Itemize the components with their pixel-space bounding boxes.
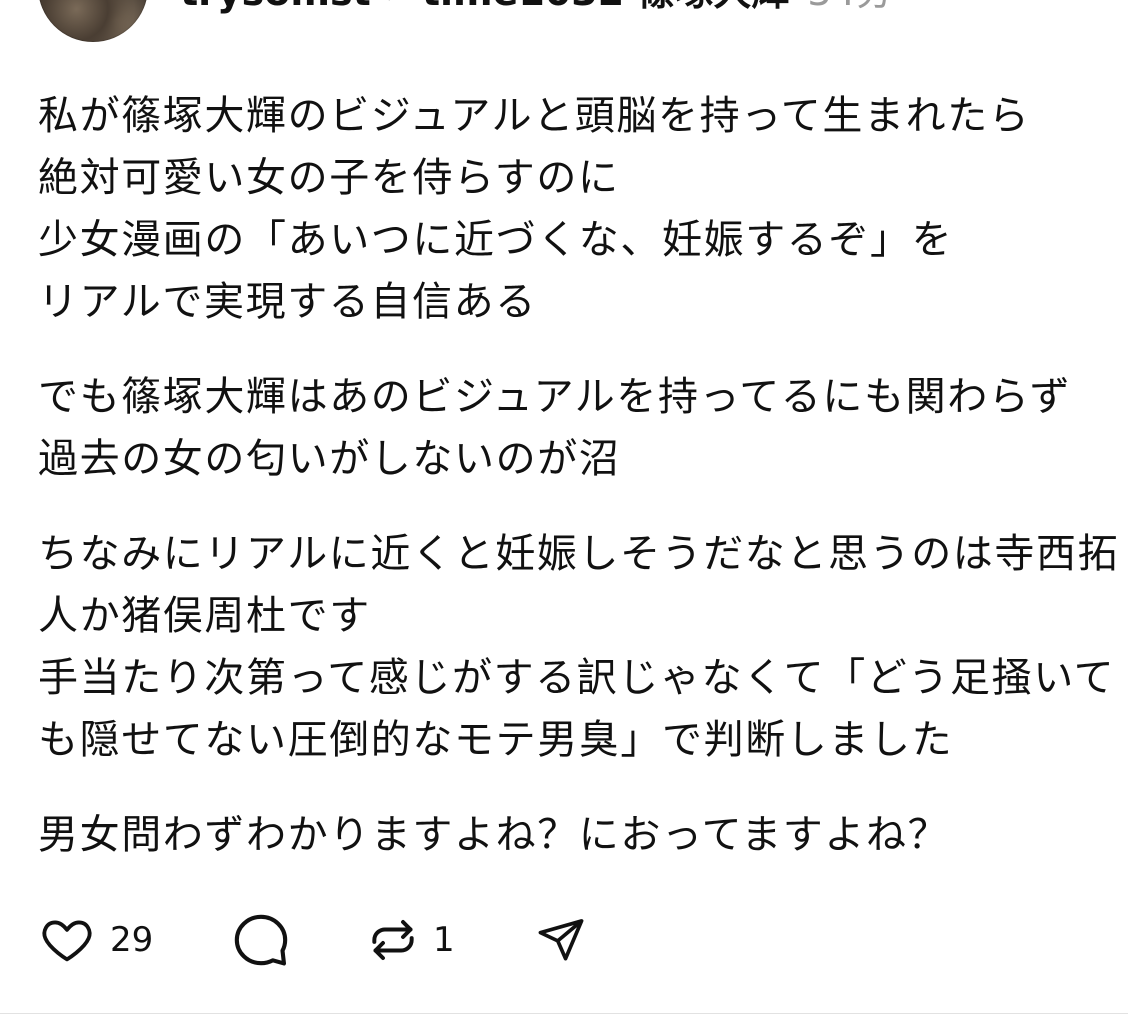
repost-count: 1 (433, 920, 455, 960)
post-timestamp: 34分 (807, 0, 893, 14)
repost-icon (372, 920, 414, 960)
post-action-bar: 29 1 (38, 910, 587, 970)
post-text-line: 絶対可愛い女の子を侍らすのに (38, 155, 620, 201)
post-body: 私が篠塚大輝のビジュアルと頭脳を持って生まれたら 絶対可愛い女の子を侍らすのに … (38, 85, 1128, 866)
like-button[interactable]: 29 (38, 913, 232, 967)
like-count: 29 (110, 920, 154, 960)
post-text-line: 過去の女の匂いがしないのが沼 (38, 436, 621, 482)
post-paragraph: ちなみにリアルに近くと妊娠しそうだなと思うのは寺西拓 人か猪俣周杜です 手当たり… (38, 523, 1128, 771)
post-text-line: 手当たり次第って感じがする訳じゃなくて「どう足掻いて (38, 655, 1116, 701)
post-text-line: 少女漫画の「あいつに近づくな、妊娠するぞ」を (38, 217, 954, 263)
heart-icon (42, 920, 92, 962)
repost-button[interactable]: 1 (365, 912, 535, 968)
post-paragraph: 私が篠塚大輝のビジュアルと頭脳を持って生まれたら 絶対可愛い女の子を侍らすのに … (38, 85, 1128, 333)
post-paragraph: でも篠塚大輝はあのビジュアルを持ってるにも関わらず 過去の女の匂いがしないのが沼 (38, 366, 1128, 490)
post-text-line: も隠せてない圧倒的なモテ男臭」で判断しました (38, 717, 954, 763)
comment-button[interactable] (232, 911, 365, 969)
author-name[interactable]: trysomst (180, 0, 371, 14)
post-text-line: リアルで実現する自信ある (38, 279, 537, 325)
post-text-line: 男女問わずわかりますよね？におってますよね？ (38, 812, 950, 858)
post-text-line: 私が篠塚大輝のビジュアルと頭脳を持って生まれたら (38, 93, 1031, 139)
post-header: trysomst ▸ time1032 篠塚大輝 34分 (180, 0, 1100, 14)
post-text-line: 人か猪俣周杜です (38, 593, 371, 639)
divider (0, 1013, 1128, 1014)
reply-to-name[interactable]: time1032 篠塚大輝 (422, 0, 790, 14)
avatar[interactable] (38, 0, 148, 42)
comment-icon (234, 914, 288, 966)
send-icon (538, 919, 584, 961)
post-text-line: でも篠塚大輝はあのビジュアルを持ってるにも関わらず (38, 374, 1072, 420)
post-text-line: ちなみにリアルに近くと妊娠しそうだなと思うのは寺西拓 (38, 531, 1120, 577)
share-button[interactable] (535, 914, 587, 966)
post-paragraph: 男女問わずわかりますよね？におってますよね？ (38, 804, 1128, 866)
reply-arrow-icon: ▸ (389, 0, 404, 14)
